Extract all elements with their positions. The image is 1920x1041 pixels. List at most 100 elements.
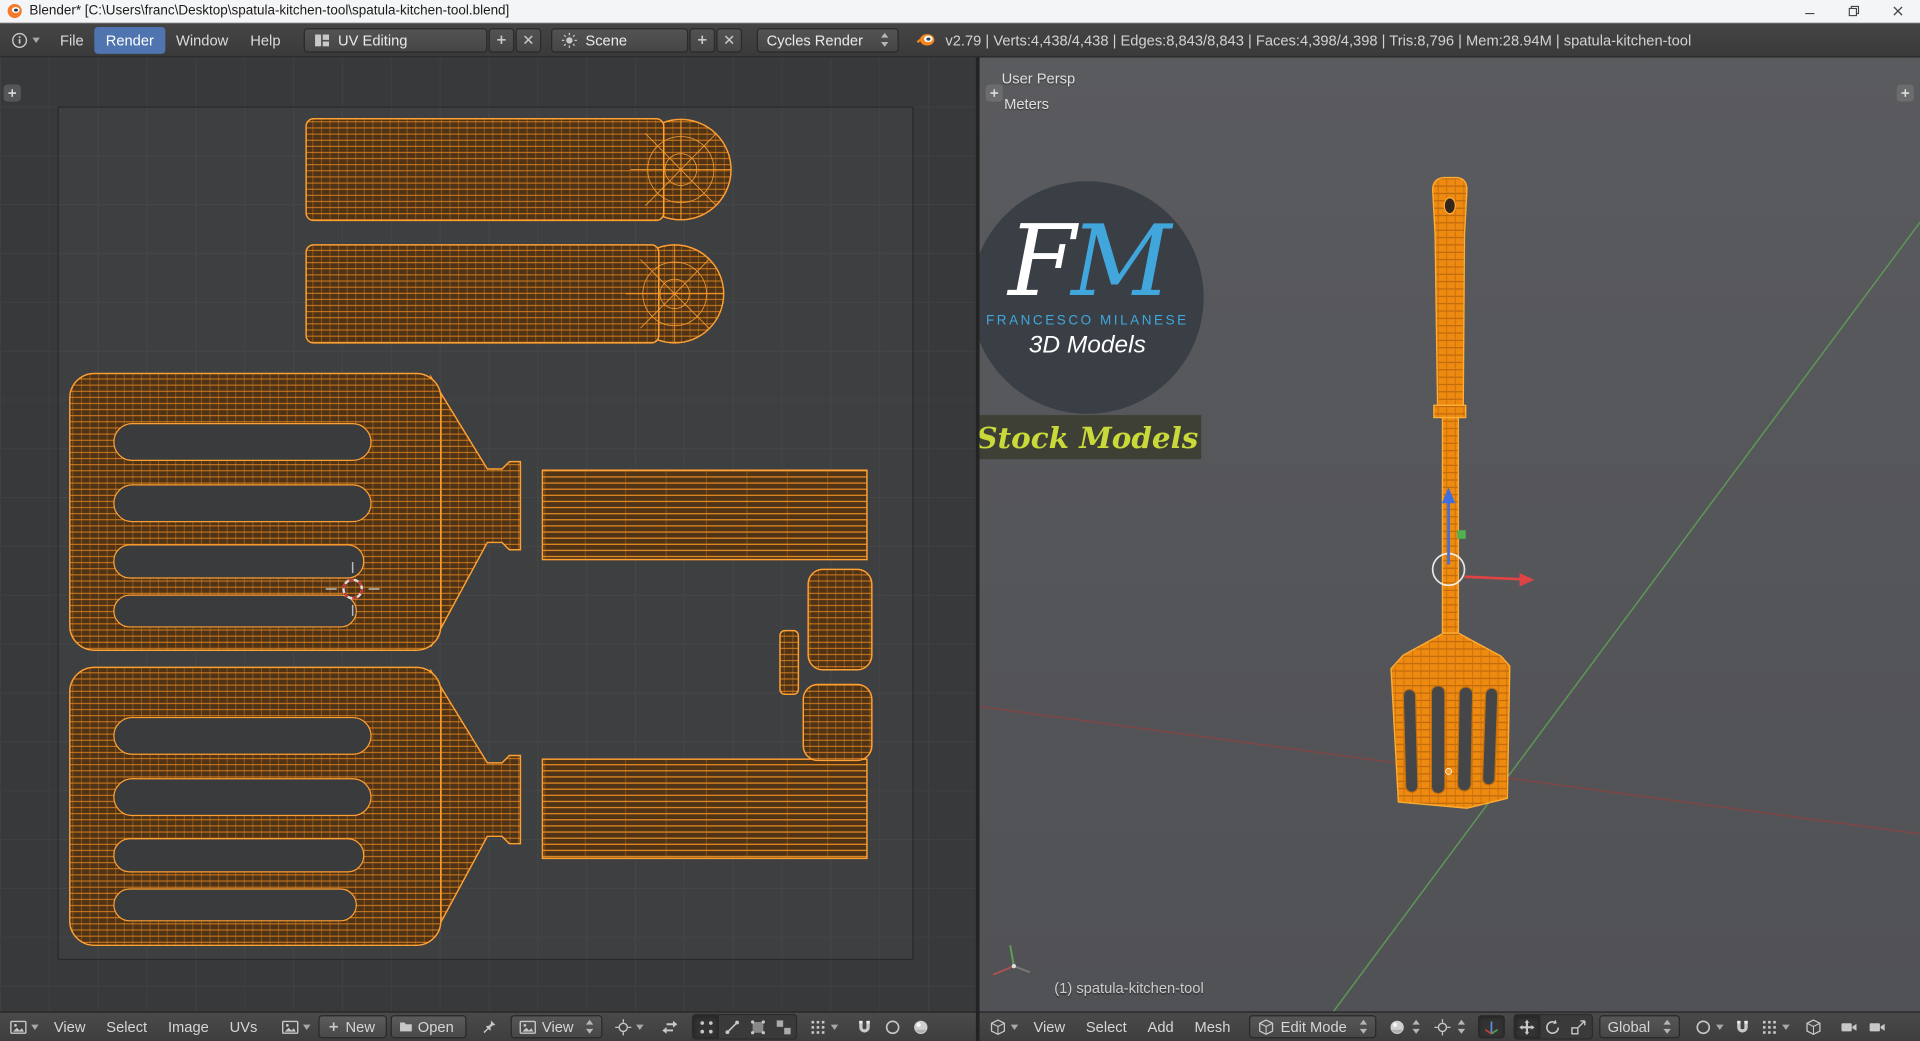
uv-canvas-area[interactable] <box>0 57 976 1012</box>
select-island-button[interactable] <box>771 1015 797 1038</box>
window-titlebar[interactable]: Blender* [C:\Users\franc\Desktop\spatula… <box>0 0 1920 24</box>
open-image-label: Open <box>417 1018 454 1036</box>
editor-type-selector-uv[interactable] <box>6 1015 43 1038</box>
mode-selector[interactable]: Edit Mode <box>1248 1015 1377 1039</box>
blender-window: Blender* [C:\Users\franc\Desktop\spatula… <box>0 0 1920 1041</box>
rotate-icon <box>1545 1018 1562 1035</box>
properties-expand-icon[interactable] <box>1896 84 1914 102</box>
viewport-canvas-area[interactable]: User Persp Meters (1) spatula-kitchen-to… <box>979 57 1920 1012</box>
sync-uv-selection-toggle[interactable] <box>657 1015 684 1038</box>
minimize-button[interactable] <box>1788 0 1832 22</box>
select-face-button[interactable] <box>745 1015 771 1038</box>
transform-orientation-selector[interactable]: Global <box>1599 1015 1680 1039</box>
uv-island-head-bottom[interactable] <box>69 666 522 947</box>
chevron-down-icon <box>636 1022 645 1031</box>
updown-arrows-icon <box>1662 1019 1671 1035</box>
viewport-header: View Select Add Mesh Edit Mode Global <box>979 1011 1920 1041</box>
plus-icon <box>696 33 709 46</box>
snap-toggle-button[interactable] <box>851 1015 878 1038</box>
open-image-button[interactable]: Open <box>390 1015 466 1039</box>
manipulator-mode-group <box>1513 1013 1593 1040</box>
menu-view[interactable]: View <box>44 1014 95 1038</box>
proportional-edit-selector[interactable] <box>880 1015 907 1038</box>
proportional-edit-selector-3d[interactable] <box>1691 1015 1728 1038</box>
uv-layout-overlay[interactable] <box>0 58 976 1012</box>
viewport-shading-selector[interactable] <box>1385 1015 1424 1038</box>
chevron-down-icon <box>1781 1022 1790 1031</box>
orientation-value: Global <box>1607 1018 1651 1036</box>
edit-mode-icon <box>1257 1018 1274 1035</box>
plus-icon <box>327 1020 340 1033</box>
pivot-icon <box>1434 1018 1451 1035</box>
menu-mesh[interactable]: Mesh <box>1185 1014 1241 1038</box>
info-editor-icon <box>11 31 28 48</box>
uv-island-cap-bottom[interactable] <box>802 683 873 762</box>
sticky-selection-icon <box>810 1018 827 1035</box>
uv-island-head-top[interactable] <box>69 372 522 651</box>
menu-image[interactable]: Image <box>158 1014 218 1038</box>
menu-help[interactable]: Help <box>239 26 291 53</box>
uv-image-editor: View Select Image UVs New Open View <box>0 57 976 1041</box>
proportional-edit-icon <box>885 1018 902 1035</box>
scene-value: Scene <box>585 31 628 49</box>
menu-window[interactable]: Window <box>165 26 239 53</box>
plus-icon <box>988 87 1000 99</box>
snap-toggle-button-3d[interactable] <box>1728 1015 1755 1038</box>
delete-screen-layout-button[interactable] <box>515 27 542 53</box>
uv-island-handle-strip-bottom[interactable] <box>305 244 725 344</box>
manipulator-toggle-button[interactable] <box>1477 1015 1505 1039</box>
snap-element-selector[interactable] <box>1757 1015 1794 1038</box>
new-image-label: New <box>345 1018 375 1036</box>
menu-select[interactable]: Select <box>96 1014 156 1038</box>
opengl-render-still-button[interactable] <box>1835 1015 1862 1038</box>
pivot-point-selector[interactable] <box>611 1015 648 1038</box>
screen-layout-selector[interactable]: UV Editing <box>303 27 488 53</box>
uv-island-neck-strip-bottom[interactable] <box>541 758 868 860</box>
updown-arrows-icon <box>586 1019 595 1035</box>
opengl-render-anim-button[interactable] <box>1863 1015 1890 1038</box>
select-edge-button[interactable] <box>719 1015 745 1038</box>
translate-manipulator-button[interactable] <box>1514 1015 1541 1039</box>
region-expand-icon[interactable] <box>3 84 21 102</box>
uv-sculpt-toggle[interactable] <box>908 1015 935 1038</box>
editor-mode-selector[interactable]: View <box>510 1015 603 1039</box>
sticky-selection-selector[interactable] <box>806 1015 843 1038</box>
toolshelf-expand-icon[interactable] <box>985 84 1003 102</box>
updown-arrows-icon <box>1412 1019 1421 1035</box>
chevron-down-icon <box>31 1022 40 1031</box>
scale-manipulator-button[interactable] <box>1566 1015 1592 1038</box>
uv-island-neck-strip-top[interactable] <box>541 469 868 561</box>
plus-icon <box>6 87 18 99</box>
menu-add[interactable]: Add <box>1138 1014 1184 1038</box>
menu-view-3d[interactable]: View <box>1024 1014 1075 1038</box>
occlude-geometry-toggle[interactable] <box>1799 1015 1826 1038</box>
delete-scene-button[interactable] <box>716 27 743 53</box>
menu-select-3d[interactable]: Select <box>1076 1014 1136 1038</box>
add-screen-layout-button[interactable] <box>488 27 515 53</box>
maximize-button[interactable] <box>1832 0 1876 22</box>
uv-island-cap-top[interactable] <box>807 568 873 671</box>
rotate-manipulator-button[interactable] <box>1540 1015 1566 1038</box>
close-icon <box>723 33 736 46</box>
scale-icon <box>1570 1018 1587 1035</box>
close-icon <box>1893 6 1903 16</box>
editor-type-selector-3d[interactable] <box>986 1015 1023 1038</box>
new-image-button[interactable]: New <box>318 1015 388 1039</box>
close-button[interactable] <box>1876 0 1920 22</box>
watermark-banner-text: Stock Models <box>979 419 1199 455</box>
workspace: View Select Image UVs New Open View User… <box>0 57 1920 1041</box>
render-engine-selector[interactable]: Cycles Render <box>756 27 899 53</box>
editor-type-selector-info[interactable] <box>7 28 44 51</box>
menu-render[interactable]: Render <box>94 26 165 54</box>
scene-selector[interactable]: Scene <box>551 27 689 53</box>
pin-toggle-button[interactable] <box>475 1015 502 1038</box>
scene-icon <box>561 31 578 48</box>
browse-image-button[interactable] <box>278 1015 315 1038</box>
menu-uvs[interactable]: UVs <box>220 1014 267 1038</box>
menu-file[interactable]: File <box>49 26 95 53</box>
pivot-point-selector-3d[interactable] <box>1430 1015 1469 1038</box>
uv-island-handle-strip-top[interactable] <box>305 118 732 222</box>
add-scene-button[interactable] <box>689 27 716 53</box>
uv-island-small-strip[interactable] <box>779 629 800 696</box>
select-vertex-button[interactable] <box>693 1015 720 1039</box>
